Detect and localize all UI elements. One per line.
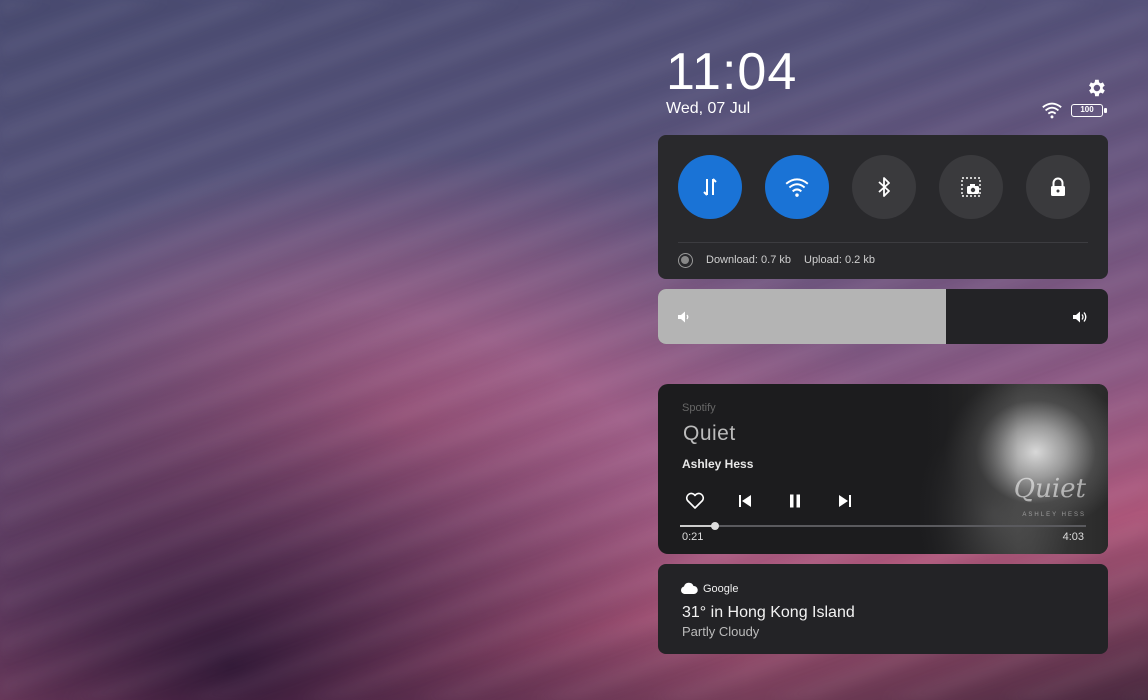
lock-toggle[interactable] (1026, 155, 1090, 219)
volume-fill (658, 289, 946, 344)
like-button[interactable] (684, 490, 706, 512)
bluetooth-toggle[interactable] (852, 155, 916, 219)
battery-level: 100 (1080, 105, 1094, 114)
data-transfer-toggle[interactable] (678, 155, 742, 219)
elapsed-time: 0:21 (682, 531, 704, 543)
media-player-card: Quiet ASHLEY HESS Spotify Quiet Ashley H… (658, 384, 1108, 554)
clock: 11:04 (666, 43, 798, 101)
wifi-status-icon (1042, 102, 1062, 119)
divider (678, 242, 1088, 243)
weather-headline: 31° in Hong Kong Island (682, 604, 855, 621)
album-art-artist: ASHLEY HESS (1022, 512, 1086, 518)
download-speed: Download: 0.7 kb (706, 254, 791, 266)
progress-fill (680, 525, 715, 527)
wifi-toggle[interactable] (765, 155, 829, 219)
skip-previous-icon (739, 495, 751, 507)
lock-icon (1051, 177, 1065, 196)
total-duration: 4:03 (1062, 531, 1084, 543)
date: Wed, 07 Jul (666, 100, 751, 117)
skip-next-icon (839, 495, 851, 507)
media-app-name: Spotify (682, 402, 716, 414)
pause-button[interactable] (784, 490, 806, 512)
network-speed-icon (678, 253, 693, 268)
heart-icon (685, 492, 705, 509)
battery-icon: 100 (1071, 104, 1107, 117)
album-art-title: Quiet (1013, 474, 1086, 504)
weather-card[interactable]: Google 31° in Hong Kong Island Partly Cl… (658, 564, 1108, 654)
gear-icon[interactable] (1085, 77, 1107, 99)
bluetooth-icon (878, 177, 890, 197)
cloud-icon (681, 582, 698, 594)
weather-provider: Google (703, 583, 739, 595)
previous-button[interactable] (734, 490, 756, 512)
quick-settings-panel: Download: 0.7 kb Upload: 0.2 kb (658, 135, 1108, 279)
volume-low-icon (678, 311, 689, 323)
volume-high-icon (1073, 311, 1087, 323)
volume-slider[interactable] (658, 289, 1108, 344)
screenshot-toggle[interactable] (939, 155, 1003, 219)
song-artist: Ashley Hess (682, 457, 754, 471)
screenshot-icon (961, 177, 981, 197)
song-title: Quiet (683, 422, 736, 445)
progress-handle[interactable] (710, 522, 719, 530)
pause-icon (790, 494, 800, 508)
arrows-updown-icon (703, 178, 717, 196)
weather-condition: Partly Cloudy (682, 624, 760, 639)
next-button[interactable] (834, 490, 856, 512)
playback-progress-bar[interactable] (680, 522, 1086, 530)
wifi-icon (785, 178, 809, 197)
upload-speed: Upload: 0.2 kb (804, 254, 875, 266)
